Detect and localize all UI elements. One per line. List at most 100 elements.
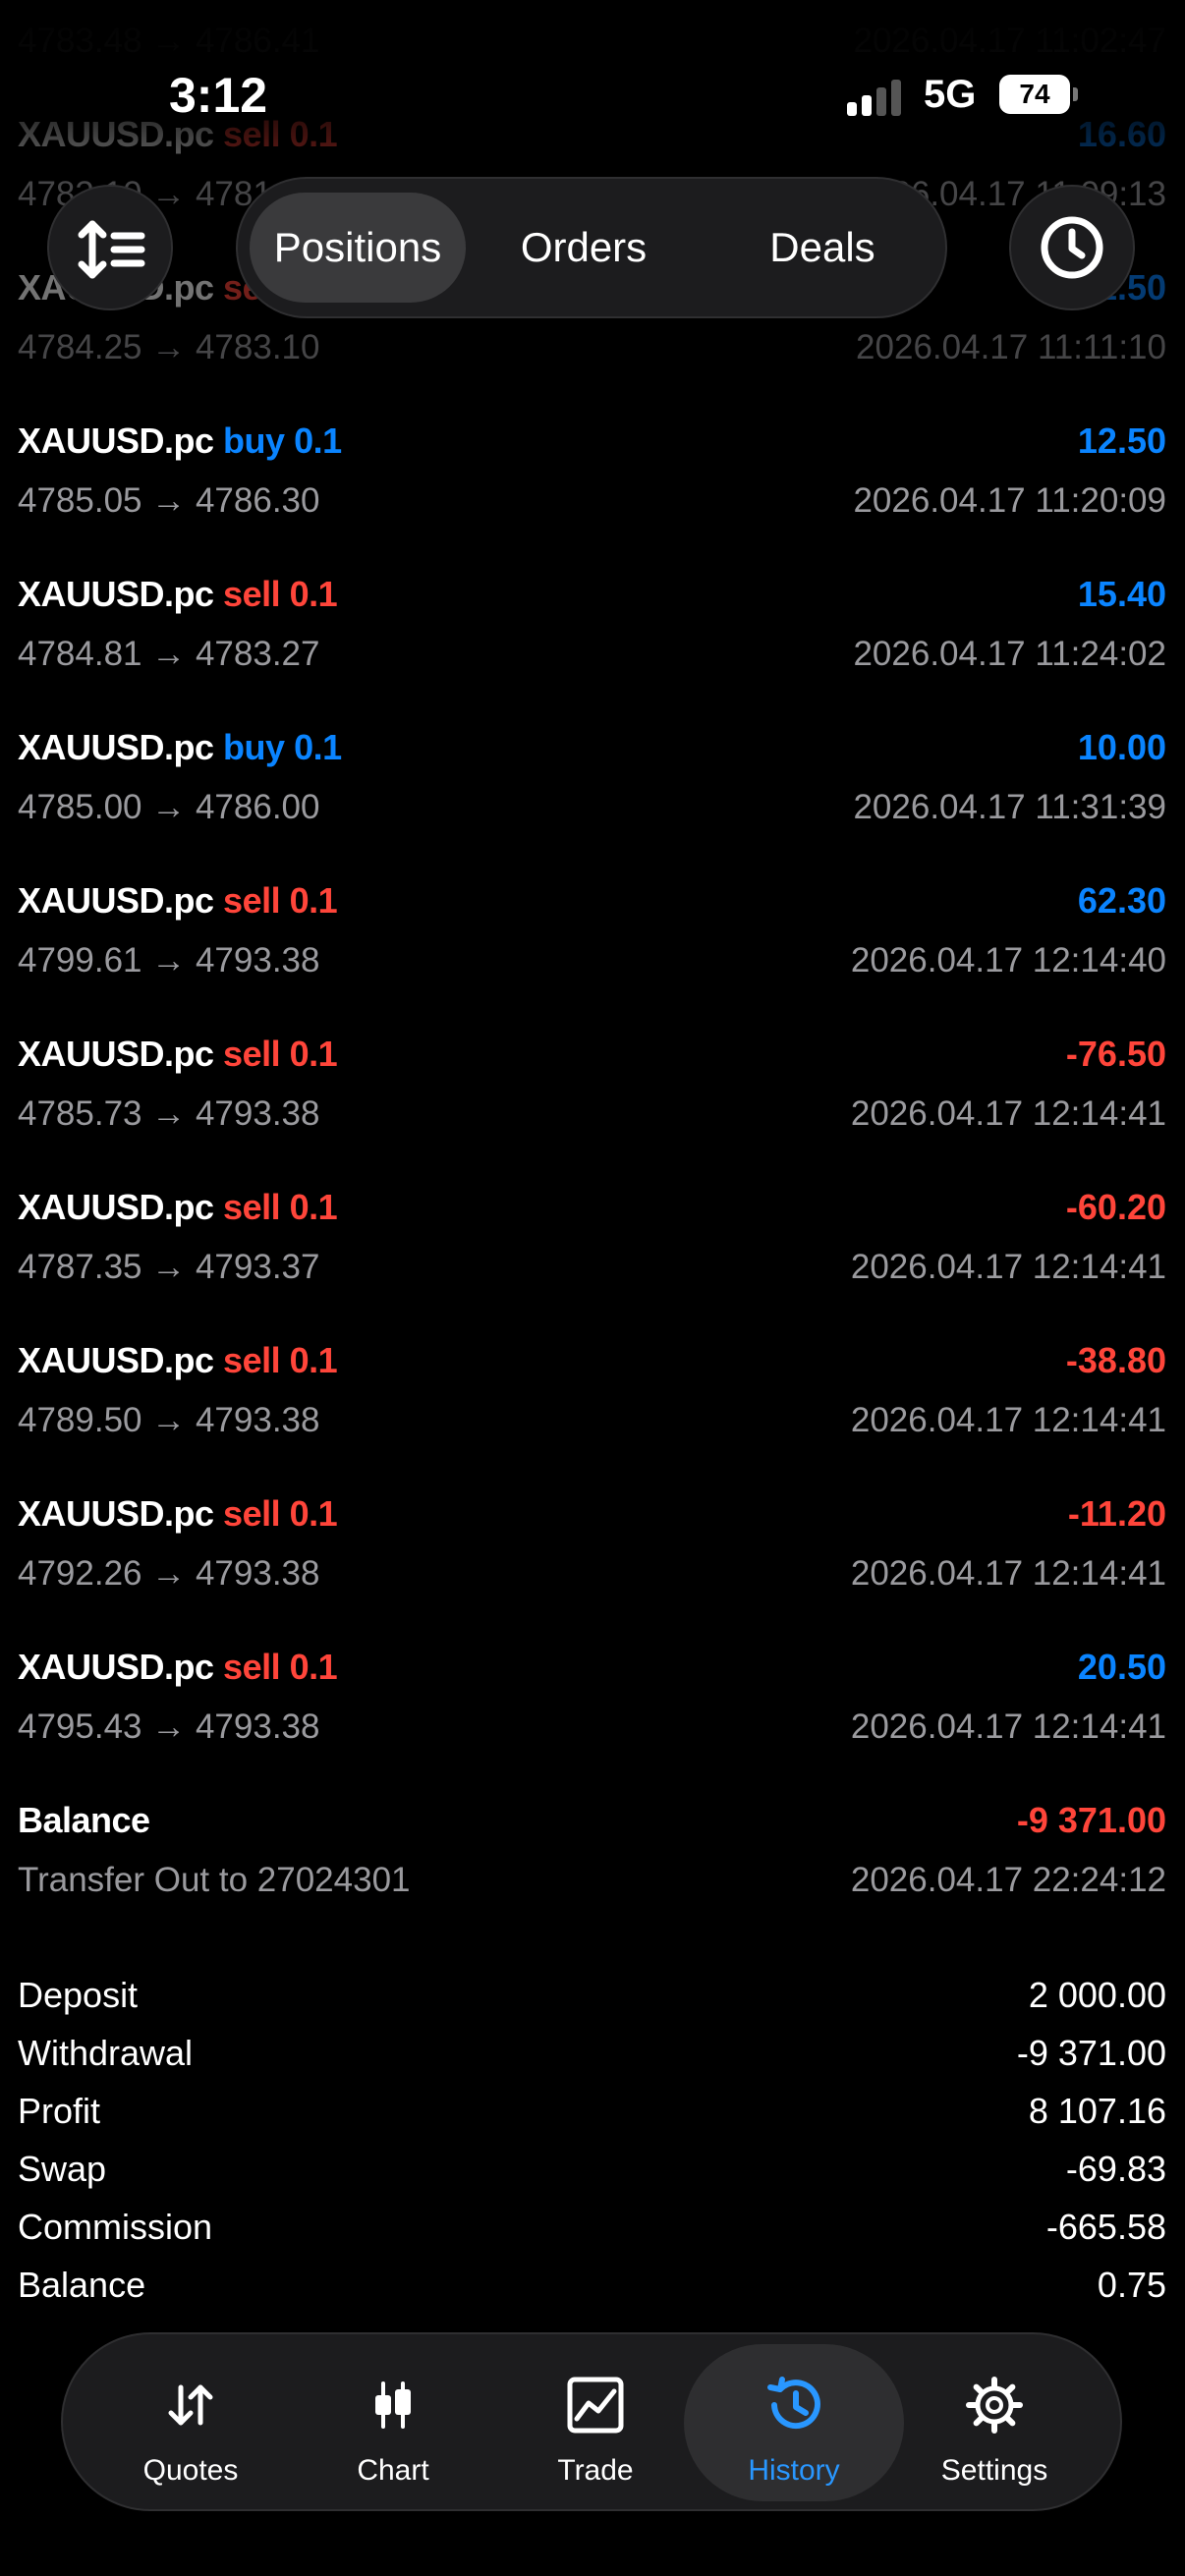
tab-positions[interactable]: Positions xyxy=(250,193,466,303)
candlestick-chart-icon xyxy=(375,2381,411,2429)
cellular-signal-icon xyxy=(847,79,906,116)
deal-row[interactable]: XAUUSD.pc sell 0.1 4795.43 → 4793.38 20.50… xyxy=(0,1629,1185,1782)
deal-prices: 4789.50 → 4793.38 xyxy=(18,1401,320,1439)
deal-symbol-line: XAUUSD.pc sell 0.1 xyxy=(18,880,338,922)
deal-symbol-line: XAUUSD.pc sell 0.1 xyxy=(18,1493,338,1535)
tab-quotes[interactable]: Quotes xyxy=(81,2344,301,2501)
deal-side: sell xyxy=(223,1647,281,1687)
deal-profit: 62.30 xyxy=(1077,880,1166,921)
summary-value: 0.75 xyxy=(1097,2265,1166,2305)
deal-volume: 0.1 xyxy=(289,1034,338,1074)
deal-profit: 15.40 xyxy=(1077,574,1166,614)
tab-history[interactable]: History xyxy=(684,2344,904,2501)
deal-volume: 0.1 xyxy=(289,1493,338,1534)
deal-prices: 4787.35 → 4793.37 xyxy=(18,1248,320,1286)
deal-time: 2026.04.17 12:14:41 xyxy=(850,1248,1166,1286)
deal-profit: 10.00 xyxy=(1077,727,1166,767)
balance-row[interactable]: Balance Transfer Out to 27024301 -9 371.00… xyxy=(0,1782,1185,1935)
deal-row[interactable]: XAUUSD.pc sell 0.1 4799.61 → 4793.38 62.30… xyxy=(0,863,1185,1016)
tab-label: Quotes xyxy=(142,2454,239,2487)
tab-settings[interactable]: Settings xyxy=(884,2344,1104,2501)
deal-symbol: XAUUSD.pc xyxy=(18,727,214,767)
balance-comment: Transfer Out to 27024301 xyxy=(18,1861,411,1899)
summary-value: 8 107.16 xyxy=(1028,2091,1166,2131)
tab-deals[interactable]: Deals xyxy=(734,193,911,303)
deal-symbol: XAUUSD.pc xyxy=(18,574,214,614)
deal-profit: 12.50 xyxy=(1077,420,1166,461)
view-segmented-control: Positions Orders Deals xyxy=(236,177,947,318)
deal-side: sell xyxy=(223,1493,281,1534)
deal-symbol: XAUUSD.pc xyxy=(18,420,214,461)
deal-symbol-line: XAUUSD.pc sell 0.1 xyxy=(18,574,338,615)
deal-row[interactable]: XAUUSD.pc buy 0.1 4785.05 → 4786.30 12.50 2… xyxy=(0,403,1185,556)
deal-side: buy xyxy=(223,727,285,767)
deal-row[interactable]: XAUUSD.pc sell 0.1 4785.73 → 4793.38 -76.5… xyxy=(0,1016,1185,1169)
deal-row[interactable]: XAUUSD.pc buy 0.1 4785.00 → 4786.00 10.00 2… xyxy=(0,709,1185,863)
deal-time: 2026.04.17 11:20:09 xyxy=(853,481,1166,520)
deal-symbol-line: XAUUSD.pc sell 0.1 xyxy=(18,1034,338,1075)
tab-orders[interactable]: Orders xyxy=(495,193,672,303)
summary-row-withdrawal: Withdrawal -9 371.00 xyxy=(0,2025,1185,2083)
deal-time: 2026.04.17 11:31:39 xyxy=(853,788,1166,826)
sort-icon xyxy=(78,220,145,279)
deal-volume: 0.1 xyxy=(289,1340,338,1380)
deal-side: sell xyxy=(223,880,281,921)
bottom-tab-bar: Quotes Chart Trade History Settings xyxy=(61,2332,1122,2511)
status-time: 3:12 xyxy=(169,68,268,123)
deal-time: 2026.04.17 12:14:41 xyxy=(850,1554,1166,1593)
deal-time: 2026.04.17 11:11:10 xyxy=(856,328,1166,366)
battery-icon: 74 xyxy=(999,75,1070,114)
deal-row[interactable]: XAUUSD.pc sell 0.1 4792.26 → 4793.38 -11.2… xyxy=(0,1476,1185,1629)
deal-volume: 0.1 xyxy=(289,574,338,614)
summary-row-swap: Swap -69.83 xyxy=(0,2141,1185,2199)
tab-label: Settings xyxy=(940,2454,1048,2487)
deal-prices: 4799.61 → 4793.38 xyxy=(18,941,320,980)
deal-time: 2026.04.17 11:24:02 xyxy=(853,635,1166,673)
deal-side: sell xyxy=(223,1187,281,1227)
summary-value: -9 371.00 xyxy=(1016,2033,1166,2073)
deal-symbol: XAUUSD.pc xyxy=(18,1647,214,1687)
deal-symbol-line: XAUUSD.pc sell 0.1 xyxy=(18,1340,338,1381)
deal-profit: -38.80 xyxy=(1065,1340,1166,1380)
summary-row-commission: Commission -665.58 xyxy=(0,2199,1185,2257)
deal-row[interactable]: XAUUSD.pc sell 0.1 4787.35 → 4793.37 -60.2… xyxy=(0,1169,1185,1322)
deal-prices: 4785.00 → 4786.00 xyxy=(18,788,320,826)
deal-side: sell xyxy=(223,1340,281,1380)
deal-prices: 4792.26 → 4793.38 xyxy=(18,1554,320,1593)
history-clock-icon xyxy=(767,2377,820,2430)
deal-side: buy xyxy=(223,420,285,461)
summary-label: Swap xyxy=(18,2149,107,2189)
deal-volume: 0.1 xyxy=(294,420,342,461)
deal-row[interactable]: XAUUSD.pc sell 0.1 4789.50 → 4793.38 -38.8… xyxy=(0,1322,1185,1476)
summary-label: Deposit xyxy=(18,1975,139,2015)
deal-profit: -60.20 xyxy=(1065,1187,1166,1227)
deal-symbol: XAUUSD.pc xyxy=(18,1340,214,1380)
gear-icon xyxy=(966,2377,1023,2434)
network-type: 5G xyxy=(924,73,977,116)
deal-symbol-line: XAUUSD.pc sell 0.1 xyxy=(18,1187,338,1228)
summary-row-profit: Profit 8 107.16 xyxy=(0,2083,1185,2141)
summary-value: 2 000.00 xyxy=(1028,1975,1166,2015)
sort-button[interactable] xyxy=(47,185,173,310)
quotes-arrows-icon xyxy=(168,2384,213,2426)
battery-cap xyxy=(1073,87,1078,101)
deal-time: 2026.04.17 22:24:12 xyxy=(850,1861,1166,1899)
summary-value: -665.58 xyxy=(1045,2207,1166,2247)
deal-symbol: Balance xyxy=(18,1800,150,1840)
deal-prices: 4785.73 → 4793.38 xyxy=(18,1094,320,1133)
history-summary: Deposit 2 000.00 Withdrawal -9 371.00 Profit… xyxy=(0,1967,1185,2315)
deal-volume: 0.1 xyxy=(289,1187,338,1227)
summary-label: Withdrawal xyxy=(18,2033,194,2073)
period-button[interactable] xyxy=(1009,185,1135,310)
deal-time: 2026.04.17 12:14:40 xyxy=(850,941,1166,980)
deal-volume: 0.1 xyxy=(289,880,338,921)
deal-symbol: XAUUSD.pc xyxy=(18,880,214,921)
tab-trade[interactable]: Trade xyxy=(485,2344,705,2501)
deal-volume: 0.1 xyxy=(289,1647,338,1687)
tab-chart[interactable]: Chart xyxy=(283,2344,503,2501)
deal-prices: 4784.25 → 4783.10 xyxy=(18,328,320,366)
deal-prices: 4784.81 → 4783.27 xyxy=(18,635,320,673)
deal-row[interactable]: XAUUSD.pc sell 0.1 4784.81 → 4783.27 15.40… xyxy=(0,556,1185,709)
deal-symbol: XAUUSD.pc xyxy=(18,1187,214,1227)
deal-prices: 4785.05 → 4786.30 xyxy=(18,481,320,520)
